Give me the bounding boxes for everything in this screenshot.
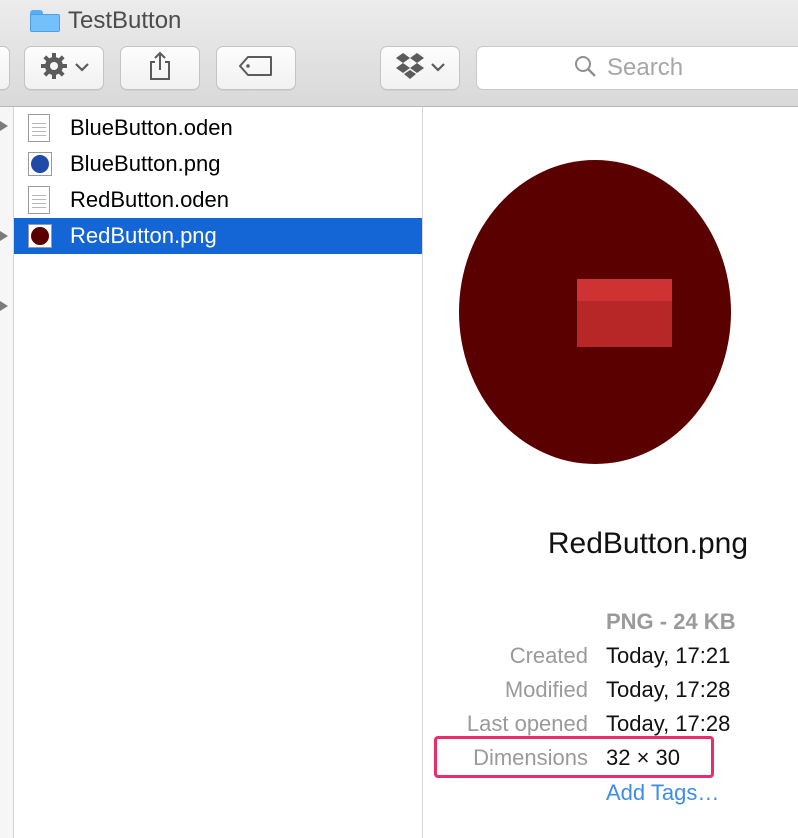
- disclosure-triangle-icon[interactable]: [0, 121, 8, 131]
- document-icon: [28, 186, 54, 214]
- add-tags-link[interactable]: Add Tags…: [606, 780, 719, 806]
- disclosure-triangle-icon[interactable]: [0, 231, 8, 241]
- info-label: Created: [509, 643, 588, 668]
- sidebar-strip: [0, 107, 14, 838]
- share-button[interactable]: [120, 46, 200, 90]
- info-value: Today, 17:28: [606, 677, 731, 702]
- file-name: BlueButton.oden: [70, 115, 233, 140]
- tag-icon: [238, 55, 274, 82]
- file-name: RedButton.oden: [70, 187, 230, 212]
- image-thumbnail-icon: [28, 222, 54, 250]
- image-preview: [459, 160, 731, 464]
- search-icon: [573, 54, 597, 83]
- info-created: Created Today, 17:21: [423, 643, 798, 675]
- info-label: Last opened: [466, 711, 588, 736]
- info-value: Today, 17:28: [606, 711, 731, 736]
- preview-pane: RedButton.png PNG - 24 KB Created Today,…: [423, 107, 798, 838]
- file-row-bluebutton-oden[interactable]: BlueButton.oden: [14, 110, 422, 146]
- search-field[interactable]: Search: [476, 46, 798, 90]
- action-menu-button[interactable]: [24, 46, 104, 90]
- file-name: BlueButton.png: [70, 151, 221, 176]
- file-row-bluebutton-png[interactable]: BlueButton.png: [14, 146, 422, 182]
- share-icon: [147, 51, 173, 86]
- info-value: Today, 17:21: [606, 643, 731, 668]
- file-kind-size: PNG - 24 KB: [606, 609, 736, 634]
- file-name: RedButton.png: [70, 223, 217, 248]
- file-list: BlueButton.oden BlueButton.png RedButton…: [14, 110, 422, 838]
- dropbox-button[interactable]: [380, 46, 460, 90]
- image-thumbnail-icon: [28, 150, 54, 178]
- back-button[interactable]: [0, 46, 10, 90]
- document-icon: [28, 114, 54, 142]
- info-label: Modified: [504, 677, 588, 702]
- window-toolbar: TestButton Search: [0, 0, 798, 107]
- gear-icon: [39, 51, 69, 86]
- search-placeholder: Search: [607, 54, 684, 81]
- preview-file-name: RedButton.png: [547, 527, 748, 560]
- info-modified: Modified Today, 17:28: [423, 677, 798, 709]
- chevron-down-icon: [431, 59, 445, 77]
- chevron-down-icon: [75, 59, 89, 77]
- file-row-redbutton-png[interactable]: RedButton.png: [14, 218, 422, 254]
- file-row-redbutton-oden[interactable]: RedButton.oden: [14, 182, 422, 218]
- window-title-text: TestButton: [68, 7, 182, 34]
- tags-button[interactable]: [216, 46, 296, 90]
- window-title: TestButton: [30, 6, 181, 36]
- disclosure-triangle-icon[interactable]: [0, 301, 8, 311]
- folder-icon: [30, 10, 60, 32]
- dropbox-icon: [395, 52, 425, 85]
- dimensions-highlight-box: [434, 736, 714, 778]
